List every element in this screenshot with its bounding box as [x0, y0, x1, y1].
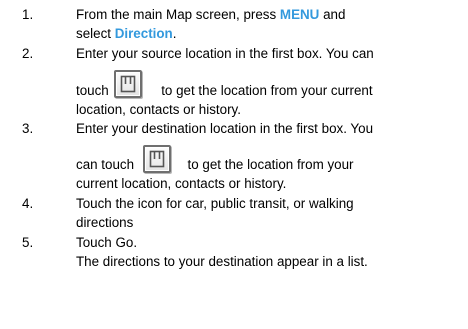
book-glyph-icon	[120, 75, 136, 93]
step-4-line-2: directions	[76, 215, 134, 230]
book-glyph-icon	[149, 150, 165, 168]
step-3-text-b: to get the location from your	[183, 157, 354, 172]
step-5-number: 5.	[22, 235, 34, 250]
step-1-text-b: and	[319, 7, 346, 22]
step-2-text-b: to get the location from your current	[157, 83, 373, 98]
contact-picker-icon[interactable]	[114, 70, 142, 98]
step-3-number: 3.	[22, 121, 34, 136]
menu-keyword: MENU	[279, 7, 320, 22]
step-3-line-2: can touch to get the location from your	[76, 155, 354, 175]
step-1-number: 1.	[22, 7, 34, 22]
step-1-text-a: From the main Map screen, press	[76, 7, 280, 22]
step-3-line-1: Enter your destination location in the f…	[76, 121, 374, 136]
step-1-line-2: select Direction.	[76, 24, 176, 44]
step-3-line-3: current location, contacts or history.	[76, 176, 287, 191]
step-2-line-3: location, contacts or history.	[76, 102, 241, 117]
step-5-line-2: The directions to your destination appea…	[76, 254, 368, 269]
contact-picker-icon[interactable]	[143, 145, 171, 173]
step-1-text-d: .	[172, 26, 177, 41]
step-4-line-1: Touch the icon for car, public transit, …	[76, 196, 354, 211]
direction-keyword: Direction	[114, 26, 173, 41]
step-2-line-1: Enter your source location in the first …	[76, 46, 374, 61]
step-2-number: 2.	[22, 46, 34, 61]
step-4-number: 4.	[22, 196, 34, 211]
instruction-document: 1. From the main Map screen, press MENU …	[0, 0, 468, 329]
step-2-text-a: touch	[76, 83, 113, 98]
step-5-line-1: Touch Go.	[76, 235, 138, 250]
step-3-text-a: can touch	[76, 157, 138, 172]
step-1-text-c: select	[76, 26, 115, 41]
step-1-line-1: From the main Map screen, press MENU and	[76, 5, 345, 25]
